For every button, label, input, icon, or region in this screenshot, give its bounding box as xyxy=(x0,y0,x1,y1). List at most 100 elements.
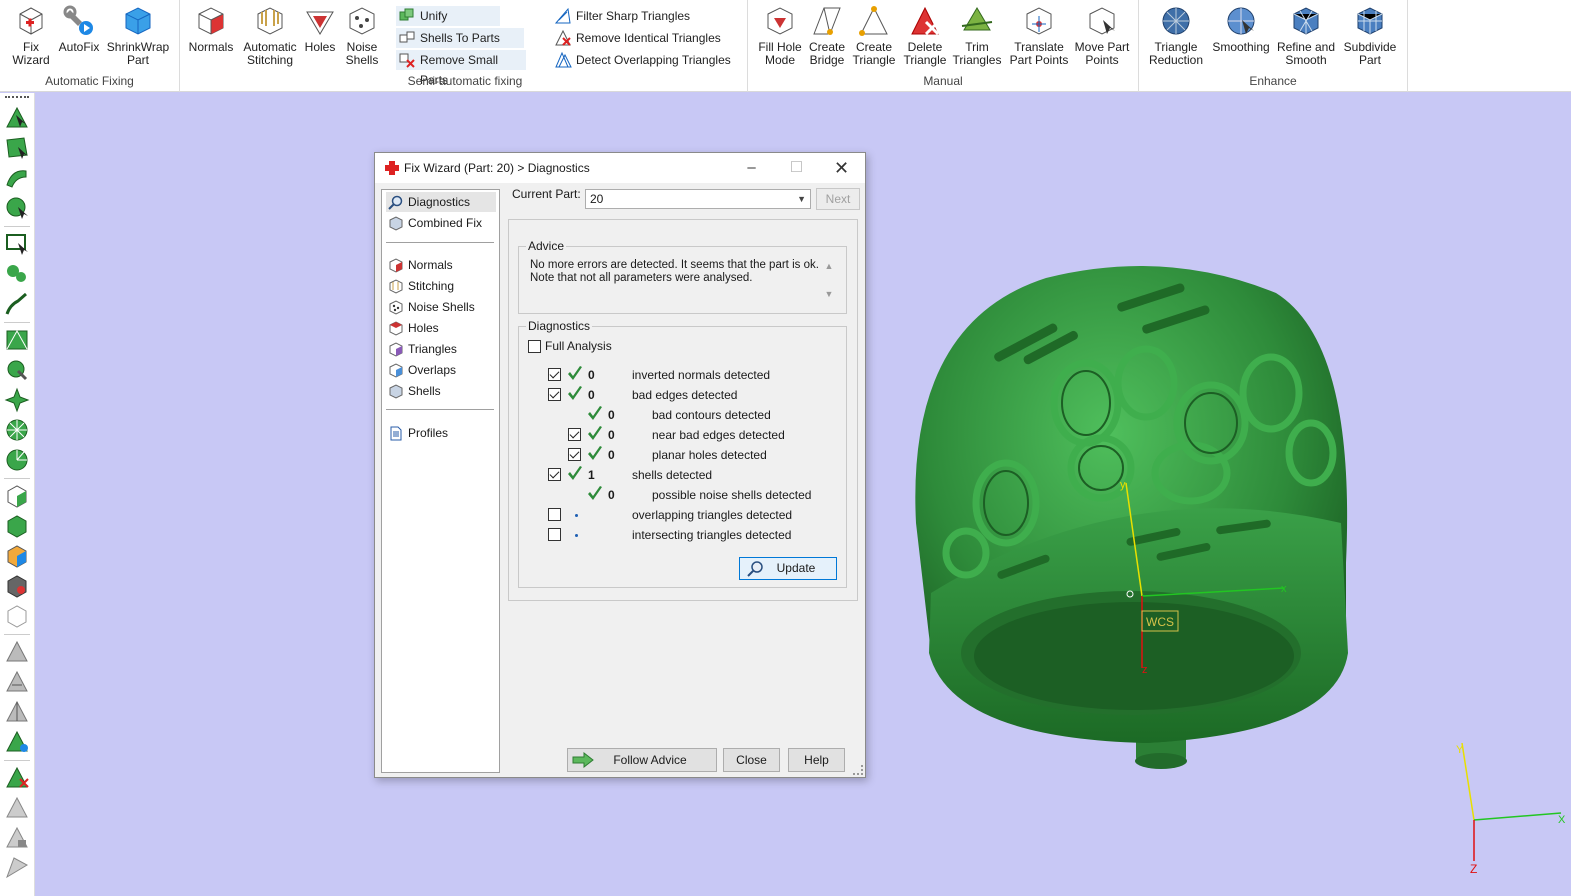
shrinkwrap-part-button[interactable]: ShrinkWrap Part xyxy=(104,4,172,67)
detect-overlapping-triangles-button[interactable]: Detect Overlapping Triangles xyxy=(552,50,732,70)
select-curve-icon[interactable] xyxy=(4,165,30,191)
diagnostic-checkbox[interactable] xyxy=(548,468,561,481)
refine-and-smooth-button[interactable]: Refine and Smooth xyxy=(1273,4,1339,67)
triangle-tool-1-icon[interactable] xyxy=(4,639,30,665)
part-invert-icon[interactable] xyxy=(4,513,30,539)
diagnostics-title: Diagnostics xyxy=(526,319,593,333)
diagnostic-count: 0 xyxy=(608,448,615,462)
nav-item-profiles[interactable]: Profiles xyxy=(386,423,496,443)
nav-item-noise-shells[interactable]: Noise Shells xyxy=(386,297,496,317)
triangle-tool-5-icon[interactable] xyxy=(4,795,30,821)
move-part-points-label: Move Part Points xyxy=(1074,40,1130,67)
nav-item-normals[interactable]: Normals xyxy=(386,255,496,275)
diagnostic-label: shells detected xyxy=(632,468,713,482)
select-all-icon[interactable] xyxy=(4,327,30,353)
select-surface-icon[interactable] xyxy=(4,135,30,161)
part-shell-icon[interactable] xyxy=(4,573,30,599)
current-part-select[interactable]: 20 ▼ xyxy=(585,189,811,209)
smoothing-button[interactable]: Smoothing xyxy=(1209,4,1273,54)
translate-part-points-button[interactable]: Translate Part Points xyxy=(1004,4,1074,67)
trim-triangles-button[interactable]: Trim Triangles xyxy=(952,4,1002,67)
follow-advice-button[interactable]: Follow Advice xyxy=(567,748,717,772)
group-label-enhance: Enhance xyxy=(1249,74,1297,88)
nav-item-overlaps[interactable]: Overlaps xyxy=(386,360,496,380)
lasso-select-icon[interactable] xyxy=(4,261,30,287)
triangle-reduction-icon xyxy=(1162,7,1190,35)
update-button[interactable]: Update xyxy=(739,557,837,580)
triangle-tool-2-icon[interactable] xyxy=(4,669,30,695)
nav-label: Shells xyxy=(408,384,441,398)
minimize-button[interactable]: – xyxy=(729,153,774,183)
delete-selection-icon[interactable] xyxy=(4,765,30,791)
expand-selection-icon[interactable] xyxy=(4,357,30,383)
diagnostic-checkbox[interactable] xyxy=(568,448,581,461)
nav-item-stitching[interactable]: Stitching xyxy=(386,276,496,296)
holes-button[interactable]: Holes xyxy=(300,4,340,54)
triangle-tool-7-icon[interactable] xyxy=(4,855,30,881)
noise-shells-button[interactable]: Noise Shells xyxy=(342,4,382,67)
remove-small-parts-button[interactable]: Remove Small Parts xyxy=(396,50,526,87)
automatic-stitching-button[interactable]: Automatic Stitching xyxy=(238,4,302,67)
create-bridge-button[interactable]: Create Bridge xyxy=(806,4,848,67)
filter-sharp-triangles-button[interactable]: Filter Sharp Triangles xyxy=(552,6,712,26)
triangle-tool-4-icon[interactable] xyxy=(4,729,30,755)
grow-selection-icon[interactable] xyxy=(4,387,30,413)
nav-item-shells[interactable]: Shells xyxy=(386,381,496,401)
select-shell-icon[interactable] xyxy=(4,195,30,221)
resize-grip[interactable] xyxy=(853,765,863,775)
advice-text-line-1: No more errors are detected. It seems th… xyxy=(530,259,819,271)
triangle-tool-6-icon[interactable] xyxy=(4,825,30,851)
nav-item-holes[interactable]: Holes xyxy=(386,318,496,338)
close-window-button[interactable]: ✕ xyxy=(819,153,864,183)
delete-triangle-button[interactable]: Delete Triangle xyxy=(900,4,950,67)
holes-icon xyxy=(306,11,334,35)
fix-wizard-button[interactable]: Fix Wizard xyxy=(8,4,54,67)
fix-wizard-dialog: Fix Wizard (Part: 20) > Diagnostics – ☐ … xyxy=(374,152,866,778)
advice-scrollbar[interactable]: ▲ ▼ xyxy=(822,259,836,305)
remove-identical-triangles-button[interactable]: Remove Identical Triangles xyxy=(552,28,722,48)
diagnostic-checkbox[interactable] xyxy=(548,528,561,541)
autofix-button[interactable]: AutoFix xyxy=(56,4,102,54)
unify-button[interactable]: Unify xyxy=(396,6,500,26)
nav-item-triangles[interactable]: Triangles xyxy=(386,339,496,359)
subdivide-part-button[interactable]: Subdivide Part xyxy=(1339,4,1401,67)
shells-to-parts-button[interactable]: Shells To Parts xyxy=(396,28,524,48)
autofix-icon xyxy=(63,5,93,35)
normals-label: Normals xyxy=(188,40,234,54)
diagnostic-checkbox[interactable] xyxy=(548,508,561,521)
select-triangle-icon[interactable] xyxy=(4,105,30,131)
close-button[interactable]: Close xyxy=(723,748,780,772)
part-wire-icon[interactable] xyxy=(4,603,30,629)
nav-separator xyxy=(386,242,494,243)
full-analysis-checkbox[interactable] xyxy=(528,340,541,353)
diagnostic-checkbox[interactable] xyxy=(548,388,561,401)
create-triangle-button[interactable]: Create Triangle xyxy=(850,4,898,67)
select-fan-icon[interactable] xyxy=(4,447,30,473)
toolbar-separator xyxy=(4,760,30,761)
diagnostic-checkbox[interactable] xyxy=(548,368,561,381)
nav-item-combined-fix[interactable]: Combined Fix xyxy=(386,213,496,233)
help-button[interactable]: Help xyxy=(788,748,845,772)
triangle-reduction-button[interactable]: Triangle Reduction xyxy=(1143,4,1209,67)
shrinkwrap-icon xyxy=(125,7,151,35)
part-select-icon[interactable] xyxy=(4,483,30,509)
box-select-icon[interactable] xyxy=(4,231,30,257)
fill-hole-mode-button[interactable]: Fill Hole Mode xyxy=(754,4,806,67)
dialog-titlebar[interactable]: Fix Wizard (Part: 20) > Diagnostics – ☐ … xyxy=(375,153,865,183)
diagnostic-count: 1 xyxy=(588,468,595,482)
normals-button[interactable]: Normals xyxy=(188,4,234,54)
nav-label: Normals xyxy=(408,258,453,272)
next-button[interactable]: Next xyxy=(816,188,860,210)
create-triangle-label: Create Triangle xyxy=(852,40,896,67)
move-part-points-button[interactable]: Move Part Points xyxy=(1072,4,1132,67)
triangle-tool-3-icon[interactable] xyxy=(4,699,30,725)
overlaps-nav-icon xyxy=(389,363,403,378)
diagnostic-checkbox[interactable] xyxy=(568,428,581,441)
part-color-icon[interactable] xyxy=(4,543,30,569)
select-wheel-icon[interactable] xyxy=(4,417,30,443)
create-bridge-icon xyxy=(813,7,841,35)
maximize-button[interactable]: ☐ xyxy=(774,153,819,183)
nav-item-diagnostics[interactable]: Diagnostics xyxy=(386,192,496,212)
brush-select-icon[interactable] xyxy=(4,291,30,317)
toolbar-grip xyxy=(5,96,29,98)
